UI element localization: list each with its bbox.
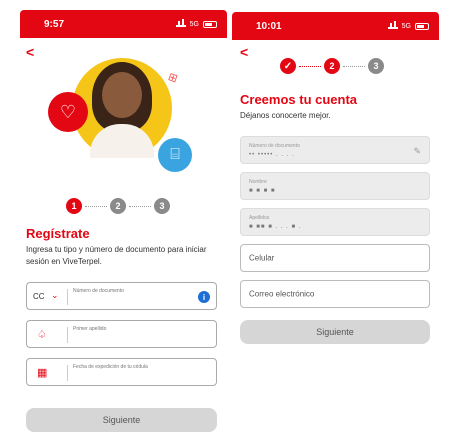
person-shirt bbox=[90, 124, 154, 158]
next-button[interactable]: Siguiente bbox=[26, 408, 217, 432]
progress-stepper: ✓ 2 3 bbox=[280, 58, 384, 74]
status-time: 9:57 bbox=[44, 18, 65, 30]
phone-field[interactable]: Celular bbox=[240, 244, 430, 272]
surnames-label: Apellidos bbox=[249, 215, 270, 221]
document-number-field[interactable]: CC ⌄ Número de documento i bbox=[26, 282, 217, 310]
signal-icon bbox=[387, 21, 398, 29]
step-3: 3 bbox=[368, 58, 384, 74]
field-separator bbox=[67, 365, 68, 381]
progress-stepper: 1 2 3 bbox=[66, 198, 170, 214]
issue-date-label: Fecha de expedición de tu cédula bbox=[73, 364, 148, 370]
back-arrow-icon[interactable]: < bbox=[26, 44, 34, 60]
step-connector bbox=[343, 65, 365, 67]
status-indicators: 5G bbox=[387, 21, 429, 30]
email-field[interactable]: Correo electrónico bbox=[240, 280, 430, 308]
step-2: 2 bbox=[324, 58, 340, 74]
status-bar: 10:01 5G bbox=[232, 12, 439, 40]
heart-icon: ♡ bbox=[48, 92, 88, 132]
network-label: 5G bbox=[401, 22, 411, 30]
document-number-label: Número de documento bbox=[73, 288, 124, 294]
create-account-screen: 10:01 5G < ✓ 2 3 Creemos tu cuenta Déjan… bbox=[232, 12, 439, 442]
gift-icon: ⌸ bbox=[158, 138, 192, 172]
small-gift-icon: ⊞ bbox=[166, 70, 180, 86]
network-label: 5G bbox=[189, 20, 199, 28]
name-value: ■ ■ ■ ■ bbox=[249, 188, 276, 194]
page-subtitle: Ingresa tu tipo y número de documento pa… bbox=[26, 245, 207, 266]
info-icon[interactable]: i bbox=[198, 291, 210, 303]
battery-icon bbox=[203, 20, 217, 28]
status-time: 10:01 bbox=[256, 20, 282, 32]
step-connector bbox=[299, 65, 321, 67]
step-1: 1 bbox=[66, 198, 82, 214]
name-label: Nombre bbox=[249, 179, 267, 185]
status-indicators: 5G bbox=[175, 19, 217, 28]
document-number-value: •• ••••• . . . . bbox=[249, 152, 295, 158]
registration-screen: 9:57 5G < ♡ ⌸ ⊞ 1 2 3 Regístrate Ingresa… bbox=[20, 10, 227, 442]
step-2: 2 bbox=[110, 198, 126, 214]
person-face bbox=[102, 72, 142, 118]
field-separator bbox=[67, 327, 68, 343]
phone-placeholder: Celular bbox=[249, 253, 275, 263]
document-number-field: Número de documento •• ••••• . . . . ✎ bbox=[240, 136, 430, 164]
issue-date-field[interactable]: ▦ Fecha de expedición de tu cédula bbox=[26, 358, 217, 386]
page-title: Regístrate bbox=[26, 226, 90, 241]
step-connector bbox=[85, 205, 107, 207]
screenshot-stage: 9:57 5G < ♡ ⌸ ⊞ 1 2 3 Regístrate Ingresa… bbox=[0, 0, 452, 446]
email-placeholder: Correo electrónico bbox=[249, 289, 315, 299]
surnames-field: Apellidos ■ ■■ ■ . . . ■ . bbox=[240, 208, 430, 236]
name-field: Nombre ■ ■ ■ ■ bbox=[240, 172, 430, 200]
chevron-down-icon[interactable]: ⌄ bbox=[51, 290, 59, 301]
page-title: Creemos tu cuenta bbox=[240, 92, 358, 107]
back-arrow-icon[interactable]: < bbox=[240, 44, 248, 60]
signal-icon bbox=[175, 19, 186, 27]
surname-field[interactable]: ♤ Primer apellido bbox=[26, 320, 217, 348]
calendar-icon: ▦ bbox=[37, 367, 48, 379]
step-3: 3 bbox=[154, 198, 170, 214]
battery-icon bbox=[415, 22, 429, 30]
edit-icon[interactable]: ✎ bbox=[413, 146, 421, 157]
surnames-value: ■ ■■ ■ . . . ■ . bbox=[249, 224, 302, 230]
step-connector bbox=[129, 205, 151, 207]
document-number-label: Número de documento bbox=[249, 143, 300, 149]
check-icon: ✓ bbox=[280, 58, 296, 74]
user-outline-icon: ♤ bbox=[37, 329, 47, 341]
document-type-value[interactable]: CC bbox=[33, 292, 45, 301]
next-button[interactable]: Siguiente bbox=[240, 320, 430, 344]
surname-label: Primer apellido bbox=[73, 326, 107, 332]
field-separator bbox=[67, 289, 68, 305]
page-subtitle: Déjanos conocerte mejor. bbox=[240, 111, 331, 120]
status-bar: 9:57 5G bbox=[20, 10, 227, 38]
